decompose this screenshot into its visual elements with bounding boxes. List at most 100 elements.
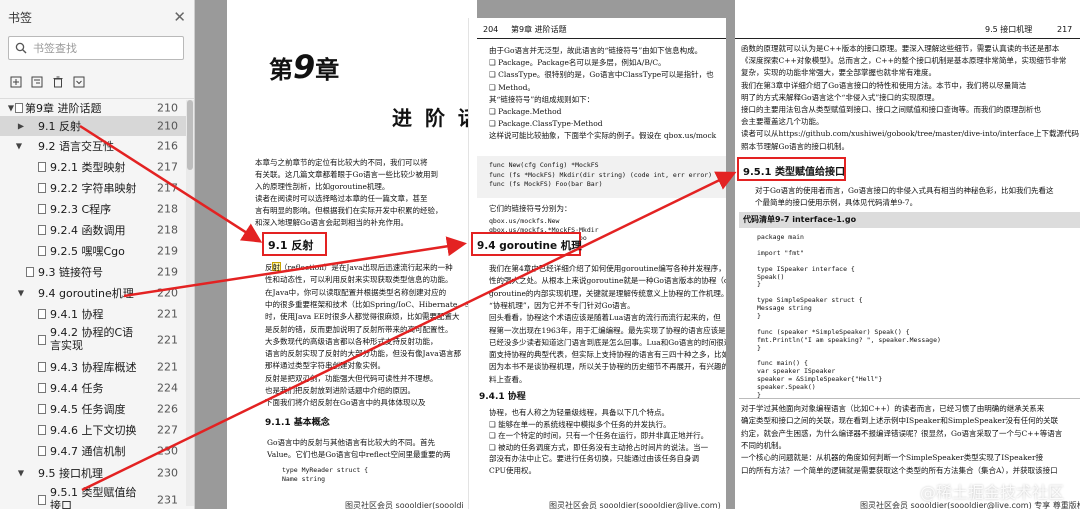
bookmark-label: 9.4.4 任务 [50, 382, 104, 395]
text-line: 已经没多少读者知道这门语言到底是怎么回事。Lua和Go语言的时间很近 [489, 337, 726, 347]
running-header: 9.5 接口机理 [985, 25, 1033, 34]
text-line: 口的所有方法？一个简单的逻辑就是需要获取这个类型的所有方法集合（集合A），并获取… [741, 465, 1058, 475]
text-line: 下面我们将介绍反射在Go语言中的具体体现以及 [265, 398, 426, 408]
bookmark-page-icon [38, 362, 46, 372]
add-child-bookmark-icon[interactable] [30, 76, 43, 89]
text-line: 明了的方式来解释Go语言这个“非侵入式”接口的实现原理。 [741, 92, 940, 102]
bookmark-item[interactable]: 9.2.3 C程序 218 [0, 198, 194, 220]
code-line: Name string [282, 475, 326, 483]
bookmark-page-number: 210 [157, 119, 178, 133]
text-line: 也是我们把反射放到进阶话题中介绍的原因。 [265, 386, 415, 395]
text-line: 大多数现代的高级语言都以各种形式支持反射功能， [265, 336, 438, 346]
section-9-5-1-highlight: 9.5.1 类型赋值给接口 [737, 157, 846, 181]
text-line: 复杂，实现的功能非常强大，要全部掌握也就非常有难度。 [741, 68, 936, 78]
bookmark-item[interactable]: ▼ 9.2 语言交互性 216 [0, 136, 194, 156]
text-line: 其“链接符号”的组成规则如下： [489, 94, 595, 104]
bookmark-item[interactable]: 9.4.5 任务调度 226 [0, 398, 194, 420]
text-line: 那样通过类型字符串创建对象实例。 [265, 361, 385, 371]
watermark: @稀土掘金技术社区 [919, 483, 1064, 502]
bookmark-item[interactable]: 9.4.3 协程库概述 221 [0, 356, 194, 378]
delete-bookmark-icon[interactable] [51, 76, 64, 89]
expand-all-icon[interactable] [72, 76, 85, 89]
bookmark-page-number: 227 [157, 423, 178, 437]
expand-arrow-icon[interactable]: ▼ [16, 469, 26, 478]
text-line: 和深入地理解Go语言会起到相当的补充作用。 [255, 218, 409, 227]
text-line: 在Java中，你可以读取配置并根据类型名称创建对应的 [265, 287, 447, 297]
bookmark-item[interactable]: 9.4.4 任务 224 [0, 378, 194, 398]
bookmark-page-icon [38, 246, 46, 256]
text-line: “协程机理”，因为它并不专门针对Go语言。 [489, 300, 635, 310]
close-icon[interactable]: ✕ [173, 9, 186, 25]
bookmark-search-input[interactable] [33, 41, 173, 55]
bookmark-page-number: 221 [157, 307, 178, 321]
text-line: 一个核心的问题就是：从机器的角度如何判断一个SimpleSpeaker类型实现了… [741, 453, 1044, 463]
text-line: 面支持协程的典型代表，但实际上支持协程的语言有三四十种之多，比如Py [489, 350, 726, 360]
bookmark-item[interactable]: 9.4.1 协程 221 [0, 304, 194, 324]
header-rule [735, 38, 1080, 39]
bookmark-page-icon [38, 383, 46, 393]
text-line: 反射（reflection）是在Java出现后迅速流行起来的一种 [265, 263, 453, 272]
text-line: 对于学过其他面向对象编程语言（比如C++）的读者而言，已经习惯了由明确的继承关系… [741, 404, 1045, 413]
bookmark-label: 9.4.7 通信机制 [50, 445, 126, 458]
text-line: 反射是把双刃剑，功能强大但代码可读性并不理想。 [265, 373, 438, 383]
text-line: 言有明显的影响。但根据我们在实际开发中积累的经验， [255, 206, 443, 215]
section-9-4-heading: 9.4 goroutine 机理 [477, 240, 582, 252]
bookmark-item[interactable]: 9.2.1 类型映射 217 [0, 156, 194, 178]
expand-arrow-icon[interactable]: ▼ [14, 142, 24, 151]
bookmark-item[interactable]: ▼ 9.5 接口机理 230 [0, 462, 194, 484]
text-line: ❑ Method。 [489, 82, 535, 92]
bookmark-scrollbar-thumb[interactable] [187, 100, 193, 170]
text-line: 照本节理解Go语言的接口机制。 [741, 141, 850, 151]
bookmark-label: 9.2.4 函数调用 [50, 224, 126, 237]
bookmark-scrollbar[interactable] [186, 100, 194, 506]
bookmark-page-icon [38, 404, 46, 414]
bookmark-item[interactable]: 9.4.6 上下文切换 227 [0, 420, 194, 440]
bookmark-item[interactable]: 9.4.7 通信机制 230 [0, 440, 194, 462]
bookmark-item[interactable]: ▼ 9.4 goroutine机理 220 [0, 282, 194, 304]
bookmark-item[interactable]: 9.2.4 函数调用 218 [0, 220, 194, 240]
bookmark-label: 9.4.1 协程 [50, 308, 104, 321]
page-footer: 图灵社区会员 soooldier(soooldier@live.com) [549, 501, 721, 509]
bookmark-search-box[interactable] [8, 36, 184, 60]
text-line: 读者可以从https://github.com/xushiwei/gobook/… [741, 129, 1080, 139]
bookmark-page-number: 219 [157, 265, 178, 279]
code-line: } [757, 343, 761, 352]
bookmark-item[interactable]: 9.3 链接符号 219 [0, 262, 194, 282]
bookmark-label: 9.1 反射 [38, 120, 81, 133]
search-icon [15, 42, 27, 54]
text-line: 是反射的错，反而更加说明了反射所带来的高可配置性。 [265, 324, 453, 334]
bookmark-label: 9.3 链接符号 [38, 266, 103, 279]
text-line: 中的很多重要框架和技术（比如Spring/IoC、Hibernate、S [265, 299, 470, 309]
text-line: 由于Go语言并无泛型，故此语言的“链接符号”由如下信息构成。 [489, 46, 703, 55]
bookmark-page-number: 219 [157, 244, 178, 258]
code-line: package main [757, 233, 804, 241]
bookmark-page-number: 230 [157, 466, 178, 480]
text-line: 料上查看。 [489, 374, 527, 384]
text-line: ❑ ClassType。很特别的是，Go语言中ClassType可以是指针，也 [489, 70, 714, 80]
bookmark-page-icon [38, 495, 46, 505]
text-line: 我们在第3章中详细介绍了Go语言接口的特性和使用方法。本节中，我们将以尽量简洁 [741, 80, 1027, 90]
collapse-arrow-icon[interactable]: ▶ [16, 122, 26, 131]
bookmark-item[interactable]: ▶ 9.1 反射 210 [0, 116, 194, 136]
bookmark-item[interactable]: 9.5.1 类型赋值给接口 231 [0, 484, 194, 509]
text-line: CPU使用权。 [489, 465, 536, 475]
section-9-4-highlight: 9.4 goroutine 机理 [471, 232, 582, 256]
bookmark-page-icon [15, 103, 23, 113]
text-line: goroutine的内部实现机理，关键就是理解传统意义上协程的工作机理。此处，我 [489, 288, 726, 298]
bookmark-item[interactable]: 9.2.2 字符串映射 217 [0, 178, 194, 198]
bookmark-item[interactable]: 9.2.5 嘿嘿Cgo 219 [0, 240, 194, 262]
bookmark-item[interactable]: 9.4.2 协程的C语言实现 221 [0, 324, 194, 356]
text-line: 对于Go语言的使用者而言，Go语言接口的非侵入式具有相当的神秘色彩，比如我们先看… [755, 186, 1054, 195]
bookmark-page-icon [38, 183, 46, 193]
code-line: speaker.Speak() [757, 383, 816, 392]
code-line: func New(cfg Config) *MockFS [489, 161, 599, 169]
bookmark-page-icon [38, 425, 46, 435]
bookmark-page-number: 218 [157, 202, 178, 216]
pdf-page-chapter-9-opener: 第9章 进 阶 话 是 本章与之前章节的定位有比较大的不同，我们可以将有关联。这… [227, 0, 477, 509]
pdf-page-217: 9.5 接口机理 217 函数的原理就可以认为是C++版本的接口原理。要深入理解… [735, 0, 1080, 509]
text-line: 性和动态性，可以利用反射来实现获取类型信息的功能。 [265, 275, 453, 285]
bookmark-item[interactable]: ▼ 第9章 进阶话题 210 [0, 99, 194, 117]
chapter-title: 进 阶 话 是 [392, 106, 477, 130]
expand-arrow-icon[interactable]: ▼ [16, 289, 26, 298]
add-bookmark-icon[interactable] [9, 76, 22, 89]
